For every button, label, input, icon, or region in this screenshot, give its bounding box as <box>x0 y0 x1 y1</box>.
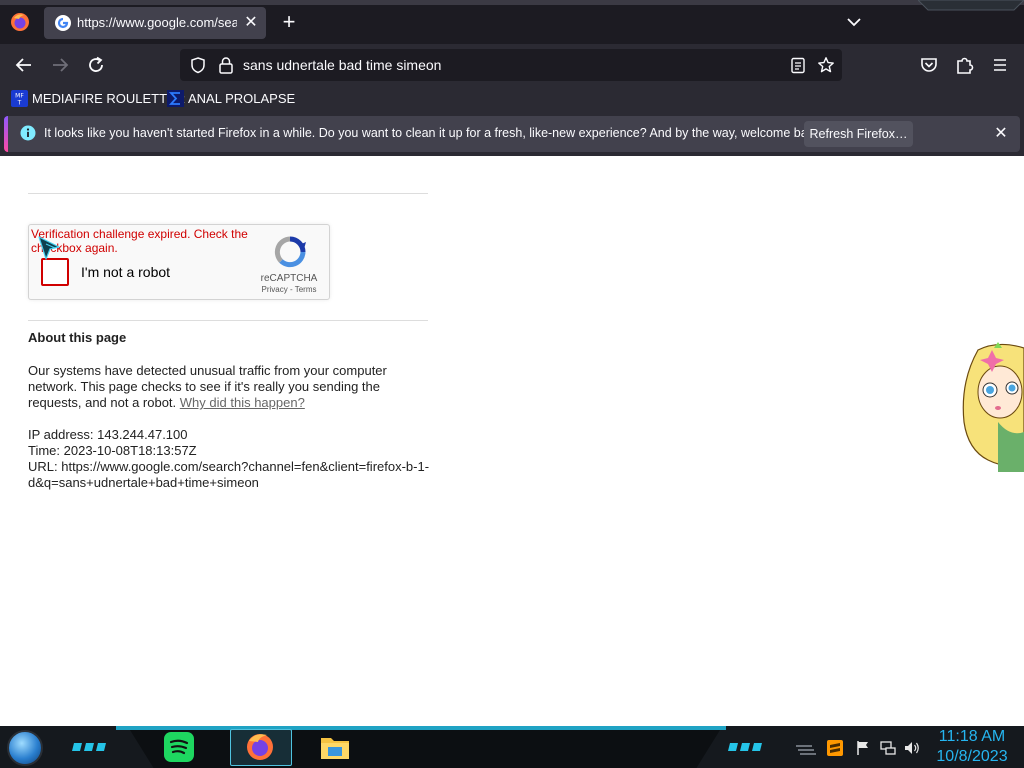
show-hidden-icons[interactable] <box>794 740 816 756</box>
notification-text: It looks like you haven't started Firefo… <box>44 126 824 140</box>
recaptcha-links: Privacy - Terms <box>251 285 327 294</box>
page-content: Verification challenge expired. Check th… <box>0 156 1024 726</box>
recaptcha-brand: reCAPTCHA <box>260 273 318 284</box>
clock-date: 10/8/2023 <box>936 748 1008 765</box>
spotify-icon[interactable] <box>162 730 196 764</box>
tab-close-icon[interactable]: ✕ <box>242 13 260 33</box>
start-button[interactable] <box>7 730 43 766</box>
svg-text:T: T <box>17 100 22 107</box>
taskbar-decoration <box>728 740 772 751</box>
extensions-puzzle-icon[interactable] <box>953 54 977 76</box>
captcha-label: I'm not a robot <box>81 264 171 280</box>
tab-bar: https://www.google.com/search?channel=fe… <box>0 0 1024 44</box>
bookmark-label: MEDIAFIRE ROULETTER <box>32 91 186 106</box>
sublime-text-icon[interactable] <box>827 740 843 756</box>
recaptcha-widget: Verification challenge expired. Check th… <box>28 224 330 300</box>
terms-link[interactable]: Terms <box>295 285 317 294</box>
network-icon[interactable] <box>880 740 896 756</box>
tab-google-search[interactable]: https://www.google.com/search?channel=fe… <box>44 7 266 39</box>
desktop-character-sticker <box>958 342 1024 472</box>
firefox-icon[interactable] <box>243 730 277 764</box>
sigma-icon <box>167 90 184 107</box>
bookmark-second[interactable]: ANAL PROLAPSE <box>167 90 295 108</box>
url-input[interactable]: sans udnertale bad time simeon <box>243 57 763 75</box>
google-g-icon <box>54 14 72 32</box>
recaptcha-logo-icon <box>273 235 307 269</box>
bookmark-label: ANAL PROLAPSE <box>188 91 296 106</box>
bookmark-star-icon[interactable] <box>817 56 835 74</box>
ip-address: IP address: 143.244.47.100 <box>28 427 188 442</box>
system-clock[interactable]: 11:18 AM 10/8/2023 <box>932 727 1012 767</box>
clock-time: 11:18 AM <box>938 728 1006 745</box>
pocket-icon[interactable] <box>917 54 941 76</box>
privacy-link[interactable]: Privacy <box>262 285 288 294</box>
divider <box>28 193 428 194</box>
notification-close-icon[interactable]: ✕ <box>991 124 1011 144</box>
info-icon <box>20 125 36 141</box>
forward-arrow-icon[interactable] <box>48 54 72 76</box>
lock-icon[interactable] <box>218 56 234 74</box>
firefox-view-icon[interactable] <box>10 12 30 32</box>
mediafire-icon: MF T <box>11 90 28 107</box>
volume-icon[interactable] <box>904 740 920 756</box>
mouse-cursor-icon <box>37 235 65 263</box>
taskbar: 11:18 AM 10/8/2023 <box>0 726 1024 768</box>
reader-view-icon[interactable] <box>790 57 806 74</box>
flag-icon[interactable] <box>855 740 871 756</box>
bookmarks-toolbar: MF T MEDIAFIRE ROULETTER ANAL PROLAPSE <box>0 86 1024 112</box>
navigation-toolbar: sans udnertale bad time simeon <box>0 44 1024 86</box>
reload-icon[interactable] <box>84 54 108 76</box>
address-bar[interactable]: sans udnertale bad time simeon <box>180 49 842 81</box>
about-body: Our systems have detected unusual traffi… <box>28 363 428 411</box>
about-title: About this page <box>28 330 127 345</box>
window-controls[interactable] <box>917 0 1024 14</box>
captcha-error-text: Verification challenge expired. Check th… <box>31 227 248 255</box>
divider <box>28 320 428 321</box>
why-did-this-happen-link[interactable]: Why did this happen? <box>180 395 305 410</box>
svg-text:MF: MF <box>15 93 24 100</box>
refresh-firefox-button[interactable]: Refresh Firefox… <box>804 121 913 147</box>
url-line-2: d&q=sans+udnertale+bad+time+simeon <box>28 475 259 490</box>
hamburger-menu-icon[interactable] <box>988 54 1012 76</box>
timestamp: Time: 2023-10-08T18:13:57Z <box>28 443 197 458</box>
taskbar-decoration <box>72 740 120 751</box>
notification-message: It looks like you haven't started Firefo… <box>4 116 1020 152</box>
chevron-down-icon[interactable] <box>844 12 864 32</box>
back-arrow-icon[interactable] <box>12 54 36 76</box>
tab-title: https://www.google.com/search?channel=fe… <box>77 15 237 30</box>
notification-bar: It looks like you haven't started Firefo… <box>0 112 1024 156</box>
taskbar-plate <box>130 730 720 768</box>
bookmark-mediafire-rouletter[interactable]: MF T MEDIAFIRE ROULETTER <box>11 90 185 108</box>
taskbar-accent-strip <box>116 726 726 730</box>
url-line-1: URL: https://www.google.com/search?chann… <box>28 459 430 474</box>
new-tab-plus-icon[interactable]: + <box>278 11 300 33</box>
tracking-protection-shield-icon[interactable] <box>189 56 207 74</box>
link-separator: - <box>287 285 295 294</box>
file-explorer-icon[interactable] <box>318 730 352 764</box>
